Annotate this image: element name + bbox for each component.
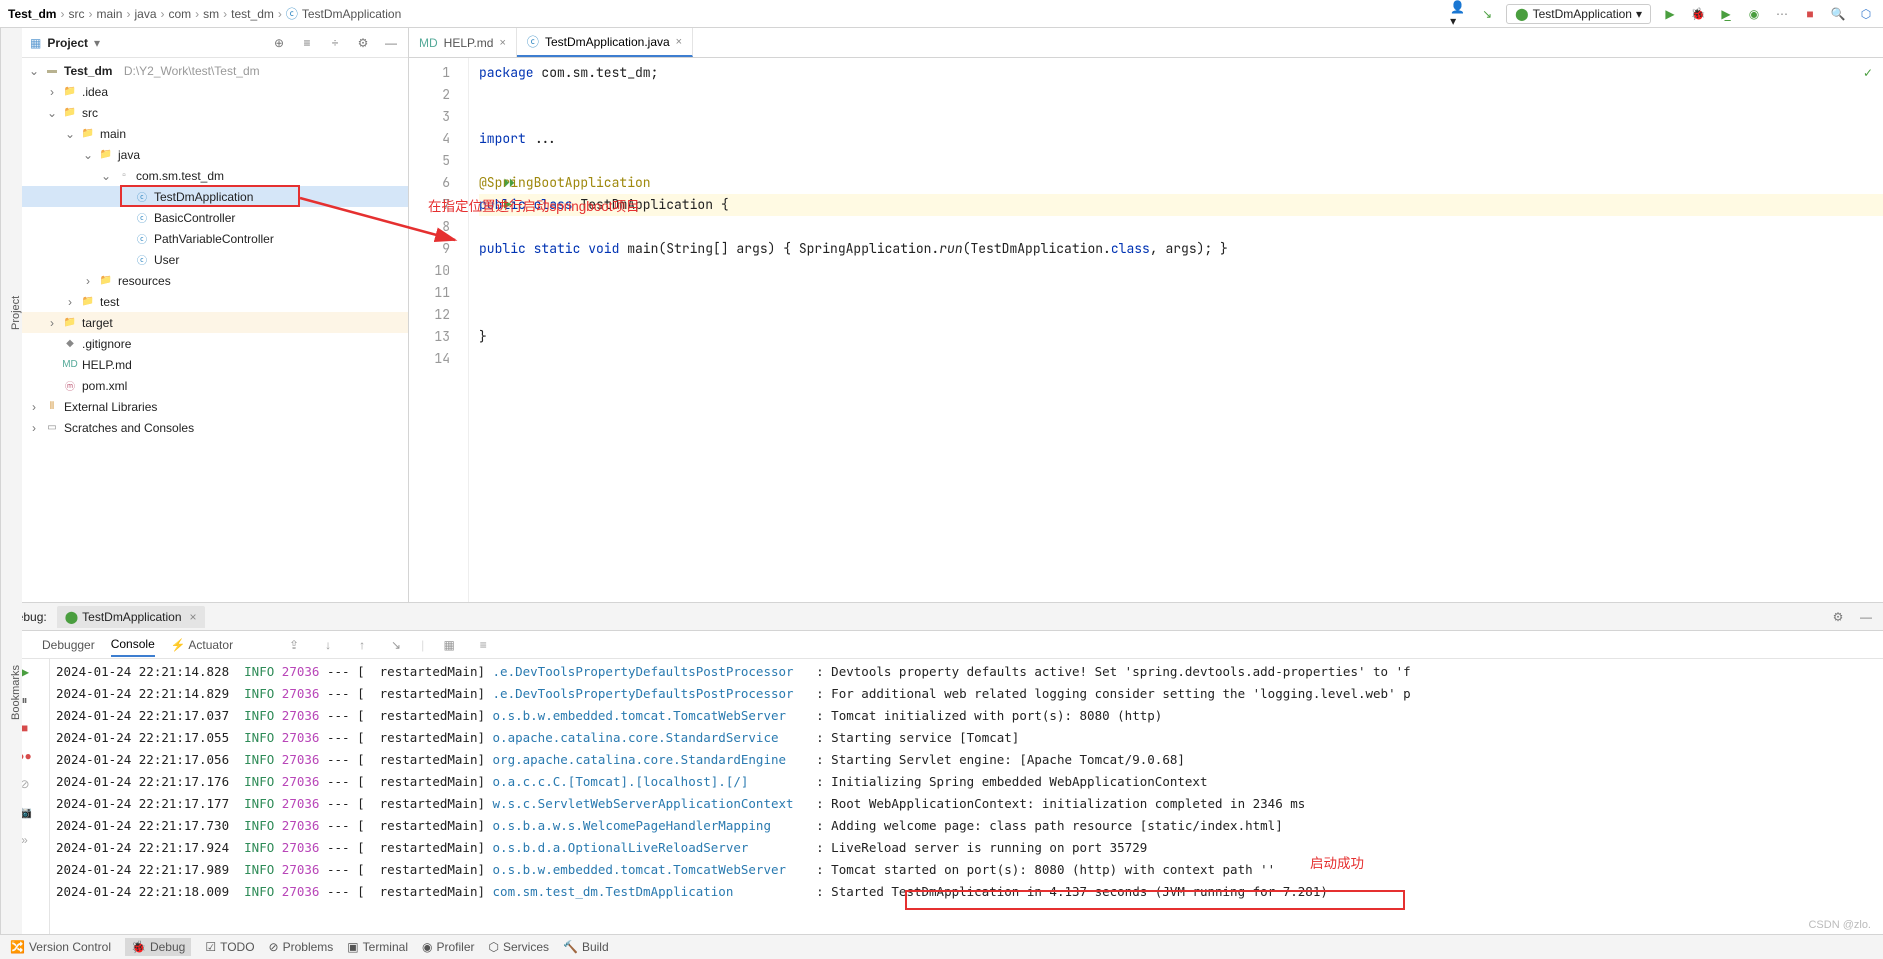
- external-libraries[interactable]: External Libraries: [64, 400, 157, 414]
- actuator-tab[interactable]: ⚡ Actuator: [171, 634, 233, 656]
- layout-icon[interactable]: ▦: [440, 636, 458, 654]
- run-gutter-icon[interactable]: 🞂🞂: [504, 172, 538, 194]
- project-tree[interactable]: ⌄▬Test_dm D:\Y2_Work\test\Test_dm ›📁.ide…: [22, 58, 408, 602]
- debugger-tab[interactable]: Debugger: [42, 634, 95, 656]
- status-bar: 🔀 Version Control 🐞 Debug ☑ TODO ⊘ Probl…: [0, 934, 1883, 959]
- inspection-ok-icon[interactable]: ✓: [1863, 66, 1873, 80]
- watermark: CSDN @zlo.: [1808, 919, 1871, 931]
- crumb[interactable]: java: [134, 7, 156, 21]
- tree-item[interactable]: ⌄▫com.sm.test_dm: [22, 165, 408, 186]
- project-tool-button[interactable]: Project: [10, 296, 22, 330]
- editor-tabs: MDHELP.md× ⓒTestDmApplication.java×: [409, 28, 1883, 58]
- line-gutter[interactable]: 123 456 789 101112 1314: [409, 58, 469, 602]
- left-tool-strip-lower: Bookmarks Structure: [0, 456, 22, 934]
- todo-tool-button[interactable]: ☑ TODO: [205, 940, 254, 954]
- updates-icon[interactable]: ⬡: [1857, 5, 1875, 23]
- annotation-arrow-icon: [290, 190, 490, 270]
- collapse-all-icon[interactable]: ÷: [326, 34, 344, 52]
- code-editor[interactable]: package com.sm.test_dm; import ... @Spri…: [469, 58, 1883, 602]
- run-to-cursor-icon[interactable]: ↘: [387, 636, 405, 654]
- profile-icon[interactable]: ◉: [1745, 5, 1763, 23]
- debug-tool-button[interactable]: 🐞 Debug: [125, 938, 191, 956]
- expand-all-icon[interactable]: ≡: [298, 34, 316, 52]
- tree-item[interactable]: ›📁test: [22, 291, 408, 312]
- vcs-tool-button[interactable]: 🔀 Version Control: [10, 940, 111, 954]
- run-config-select[interactable]: ⬤ TestDmApplication ▾: [1506, 4, 1651, 24]
- debug-icon[interactable]: 🐞: [1689, 5, 1707, 23]
- build-icon[interactable]: ↘: [1478, 5, 1496, 23]
- project-tool-icon: ▦: [30, 36, 41, 50]
- coverage-icon[interactable]: ▶̲: [1717, 5, 1735, 23]
- crumb-file[interactable]: TestDmApplication: [302, 7, 401, 21]
- gear-icon[interactable]: ⚙: [354, 34, 372, 52]
- step-into-icon[interactable]: ↓: [319, 636, 337, 654]
- gear-icon[interactable]: ⚙: [1829, 608, 1847, 626]
- toolbar-right: 👤▾ ↘ ⬤ TestDmApplication ▾ ▶ 🐞 ▶̲ ◉ ⋯ ■ …: [1450, 4, 1875, 24]
- step-over-icon[interactable]: ⇪: [285, 636, 303, 654]
- crumb[interactable]: sm: [203, 7, 219, 21]
- top-toolbar: Test_dm› src› main› java› com› sm› test_…: [0, 0, 1883, 28]
- crumb[interactable]: src: [68, 7, 84, 21]
- hide-icon[interactable]: —: [382, 34, 400, 52]
- breadcrumb: Test_dm› src› main› java› com› sm› test_…: [8, 5, 401, 22]
- step-out-icon[interactable]: ↑: [353, 636, 371, 654]
- debug-tool-window: Debug: ⬤TestDmApplication× ⚙ — ⟳ Debugge…: [0, 602, 1883, 934]
- close-icon[interactable]: ×: [499, 37, 505, 49]
- scratches-consoles[interactable]: Scratches and Consoles: [64, 421, 194, 435]
- debug-session-tab[interactable]: ⬤TestDmApplication×: [57, 606, 205, 628]
- crumb[interactable]: test_dm: [231, 7, 274, 21]
- close-icon[interactable]: ×: [676, 36, 682, 48]
- services-tool-button[interactable]: ⬡ Services: [489, 940, 550, 954]
- project-title: Project: [47, 36, 88, 50]
- annotation-text: 启动成功: [1310, 852, 1364, 872]
- filter-icon[interactable]: ≡: [474, 636, 492, 654]
- crumb-root[interactable]: Test_dm: [8, 7, 56, 21]
- tree-item[interactable]: MDHELP.md: [22, 354, 408, 375]
- select-opened-icon[interactable]: ⊕: [270, 34, 288, 52]
- tree-item[interactable]: ›📁resources: [22, 270, 408, 291]
- run-config-label: TestDmApplication: [1533, 7, 1632, 21]
- crumb[interactable]: main: [96, 7, 122, 21]
- tree-item[interactable]: ›📁target: [22, 312, 408, 333]
- tree-item[interactable]: ⌄📁src: [22, 102, 408, 123]
- editor-area: MDHELP.md× ⓒTestDmApplication.java× 123 …: [409, 28, 1883, 602]
- hide-icon[interactable]: —: [1857, 608, 1875, 626]
- search-icon[interactable]: 🔍: [1829, 5, 1847, 23]
- stop-icon[interactable]: ■: [1801, 5, 1819, 23]
- annotation-box: [120, 185, 300, 207]
- build-tool-button[interactable]: 🔨 Build: [563, 940, 609, 954]
- crumb[interactable]: com: [169, 7, 192, 21]
- tree-root-path: D:\Y2_Work\test\Test_dm: [124, 64, 260, 78]
- tab-testdmapplication[interactable]: ⓒTestDmApplication.java×: [517, 28, 693, 57]
- project-panel: ▦ Project ▾ ⊕ ≡ ÷ ⚙ — ⌄▬Test_dm D:\Y2_Wo…: [22, 28, 409, 602]
- attach-icon[interactable]: ⋯: [1773, 5, 1791, 23]
- tree-item[interactable]: ›📁.idea: [22, 81, 408, 102]
- tree-item[interactable]: ⌄📁main: [22, 123, 408, 144]
- terminal-tool-button[interactable]: ▣ Terminal: [347, 940, 408, 954]
- profiler-tool-button[interactable]: ◉ Profiler: [422, 940, 475, 954]
- problems-tool-button[interactable]: ⊘ Problems: [269, 940, 334, 954]
- debug-subtabs: ⟳ Debugger Console ⚡ Actuator ⇪ ↓ ↑ ↘ | …: [0, 631, 1883, 659]
- close-icon[interactable]: ×: [190, 610, 197, 624]
- console-tab[interactable]: Console: [111, 633, 155, 657]
- tree-item[interactable]: ⌄📁java: [22, 144, 408, 165]
- add-user-icon[interactable]: 👤▾: [1450, 5, 1468, 23]
- annotation-box: [905, 890, 1405, 910]
- tree-item[interactable]: ⓜpom.xml: [22, 375, 408, 396]
- tab-help-md[interactable]: MDHELP.md×: [409, 28, 517, 57]
- run-icon[interactable]: ▶: [1661, 5, 1679, 23]
- tree-item[interactable]: ◆.gitignore: [22, 333, 408, 354]
- bookmarks-tool-button[interactable]: Bookmarks: [10, 664, 22, 719]
- tree-root[interactable]: Test_dm: [64, 64, 112, 78]
